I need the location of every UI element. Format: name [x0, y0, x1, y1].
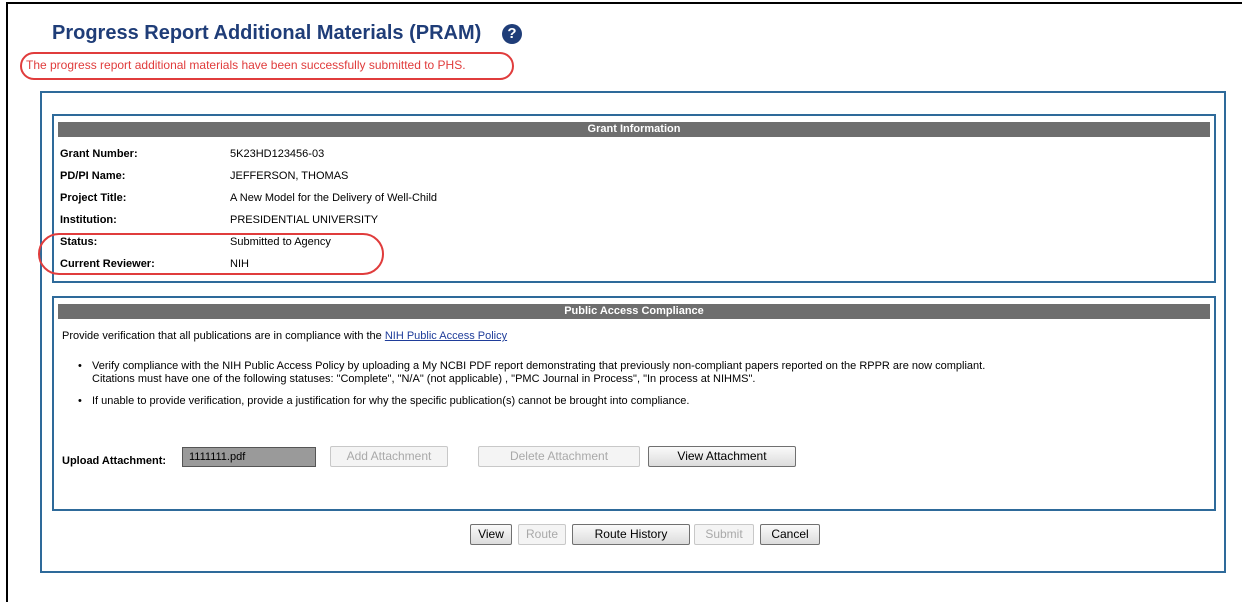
- grant-number-value: 5K23HD123456-03: [230, 148, 325, 160]
- view-button[interactable]: View: [470, 524, 512, 545]
- public-access-compliance-panel: Public Access Compliance Provide verific…: [52, 296, 1216, 511]
- bullet-line: If unable to provide verification, provi…: [92, 395, 690, 407]
- cancel-button[interactable]: Cancel: [760, 524, 820, 545]
- bullet-line: Citations must have one of the following…: [92, 373, 756, 385]
- bullet-line: Verify compliance with the NIH Public Ac…: [92, 360, 986, 372]
- compliance-instructions-list: • Verify compliance with the NIH Public …: [78, 360, 985, 417]
- bullet-icon: •: [78, 395, 82, 407]
- project-title-value: A New Model for the Delivery of Well-Chi…: [230, 192, 438, 204]
- add-attachment-button[interactable]: Add Attachment: [330, 446, 448, 467]
- help-icon[interactable]: ?: [502, 24, 522, 44]
- bullet-icon: •: [78, 360, 82, 372]
- grant-information-header: Grant Information: [58, 122, 1210, 137]
- compliance-intro: Provide verification that all publicatio…: [62, 330, 507, 342]
- grant-number-label: Grant Number:: [60, 148, 138, 160]
- delete-attachment-button[interactable]: Delete Attachment: [478, 446, 640, 467]
- nih-public-access-policy-link[interactable]: NIH Public Access Policy: [385, 330, 507, 342]
- public-access-compliance-header: Public Access Compliance: [58, 304, 1210, 319]
- list-item: • Verify compliance with the NIH Public …: [78, 360, 985, 386]
- compliance-intro-text: Provide verification that all publicatio…: [62, 330, 385, 342]
- institution-value: PRESIDENTIAL UNIVERSITY: [230, 214, 379, 226]
- project-title-label: Project Title:: [60, 192, 127, 204]
- view-attachment-button[interactable]: View Attachment: [648, 446, 796, 467]
- submit-button[interactable]: Submit: [694, 524, 754, 545]
- list-item: • If unable to provide verification, pro…: [78, 395, 985, 408]
- pdpi-name-value: JEFFERSON, THOMAS: [230, 170, 349, 182]
- pdpi-name-label: PD/PI Name:: [60, 170, 126, 182]
- institution-label: Institution:: [60, 214, 117, 226]
- route-history-button[interactable]: Route History: [572, 524, 690, 545]
- upload-attachment-label: Upload Attachment:: [62, 455, 167, 467]
- page-title: Progress Report Additional Materials (PR…: [52, 22, 482, 44]
- attachment-file-field[interactable]: 1111111.pdf: [182, 447, 316, 467]
- status-highlight-oval: [38, 233, 384, 275]
- success-message: The progress report additional materials…: [26, 58, 466, 72]
- route-button[interactable]: Route: [518, 524, 566, 545]
